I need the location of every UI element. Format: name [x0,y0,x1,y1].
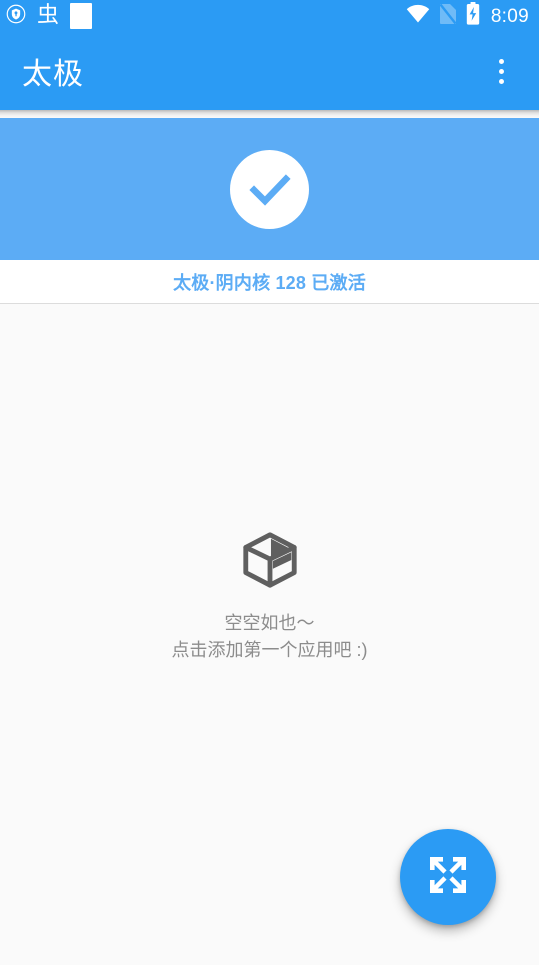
wifi-icon [406,4,430,29]
status-bar-clock: 8:09 [489,7,529,26]
overflow-dot-icon [499,79,504,84]
shield-check-icon [6,4,26,29]
activation-banner [0,118,539,260]
page-title: 太极 [22,49,84,93]
bug-glyph-icon: 虫 [35,1,61,32]
add-app-fab[interactable] [400,829,496,925]
open-box-icon [239,529,301,596]
empty-state-line-1: 空空如也～ [225,610,315,637]
app-bar-shadow [0,110,539,118]
overflow-dot-icon [499,59,504,64]
activation-status-row[interactable]: 太极·阴内核 128 已激活 [0,260,539,304]
app-bar: 太极 [0,32,539,110]
status-badge: 太极·阴内核 128 已激活 [173,269,366,295]
check-circle-icon [230,150,309,229]
svg-text:虫: 虫 [37,3,59,27]
no-sim-icon [439,3,457,30]
status-bar: 虫 [0,0,539,32]
battery-charging-icon [466,2,480,30]
empty-state-line-2: 点击添加第一个应用吧 :) [172,637,368,664]
white-notification-icon [70,3,92,29]
overflow-menu-button[interactable] [477,47,525,95]
overflow-dot-icon [499,69,504,74]
phone-screen: 虫 [0,0,539,965]
status-bar-left-icons: 虫 [6,1,92,32]
status-bar-right-icons: 8:09 [406,2,529,30]
expand-arrows-icon [427,854,469,901]
